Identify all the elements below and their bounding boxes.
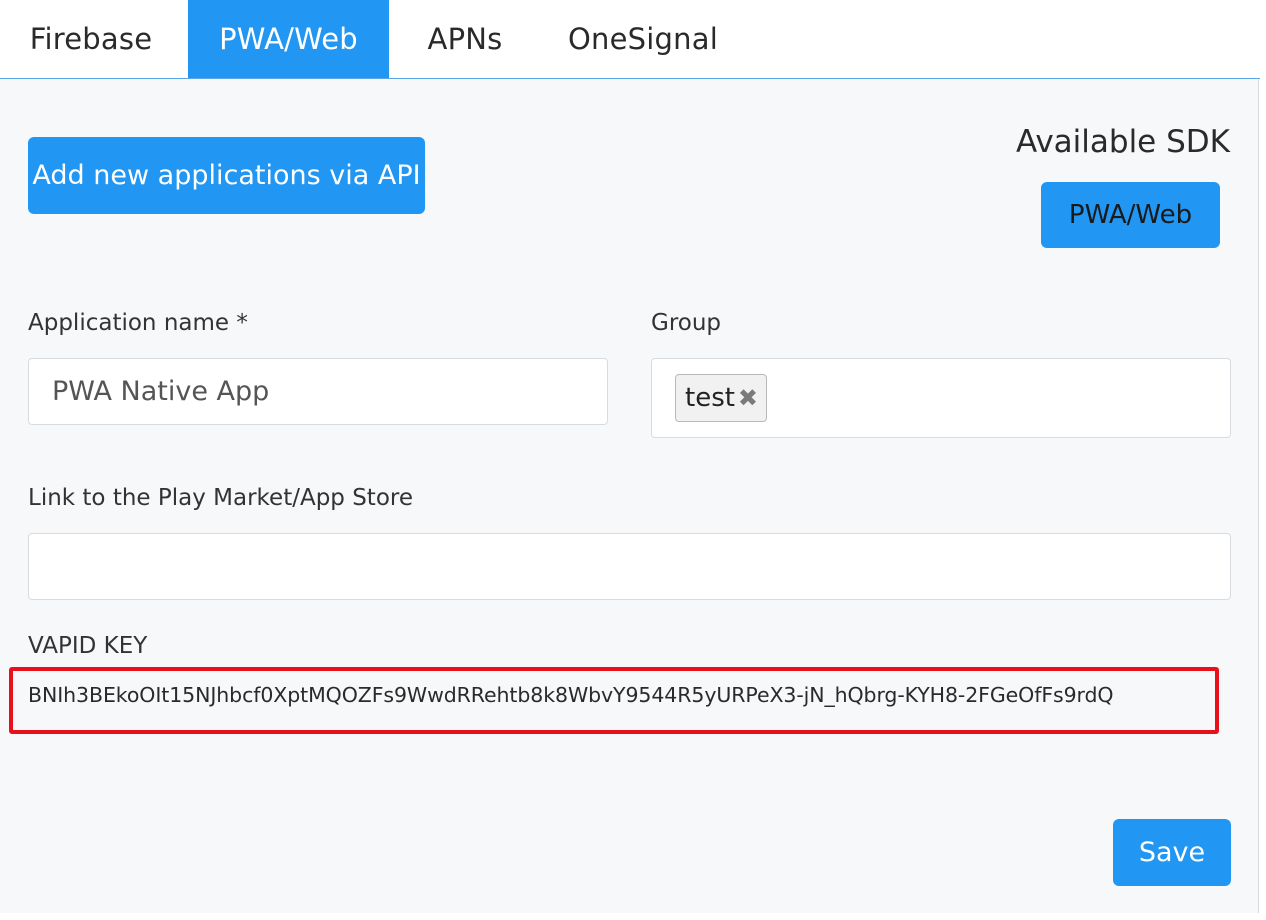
available-sdk-title: Available SDK bbox=[1015, 124, 1230, 160]
vapid-key-value[interactable]: BNIh3BEkoOIt15NJhbcf0XptMQOZFs9WwdRRehtb… bbox=[28, 683, 1114, 707]
sdk-pwa-web-button[interactable]: PWA/Web bbox=[1041, 182, 1220, 248]
tab-apns[interactable]: APNs bbox=[398, 0, 532, 78]
page-bottom-edge bbox=[0, 913, 1266, 920]
group-label: Group bbox=[651, 310, 722, 336]
group-tag: test ✖ bbox=[675, 374, 767, 422]
save-button[interactable]: Save bbox=[1113, 819, 1231, 886]
tab-onesignal[interactable]: OneSignal bbox=[548, 0, 738, 78]
tab-bar: Firebase PWA/Web APNs OneSignal bbox=[0, 0, 1260, 79]
store-link-input[interactable] bbox=[28, 533, 1231, 600]
app-name-input[interactable]: PWA Native App bbox=[28, 358, 608, 425]
vapid-key-label: VAPID KEY bbox=[28, 633, 148, 659]
app-settings-page: Firebase PWA/Web APNs OneSignal Add new … bbox=[0, 0, 1266, 920]
group-tag-label: test bbox=[685, 383, 735, 413]
tab-firebase[interactable]: Firebase bbox=[0, 0, 182, 78]
add-via-api-button[interactable]: Add new applications via API bbox=[28, 137, 425, 214]
app-name-label: Application name * bbox=[28, 310, 248, 336]
tab-pwa-web[interactable]: PWA/Web bbox=[188, 0, 389, 78]
group-input[interactable]: test ✖ bbox=[651, 358, 1231, 438]
remove-tag-icon[interactable]: ✖ bbox=[738, 375, 758, 421]
store-link-label: Link to the Play Market/App Store bbox=[28, 485, 413, 511]
